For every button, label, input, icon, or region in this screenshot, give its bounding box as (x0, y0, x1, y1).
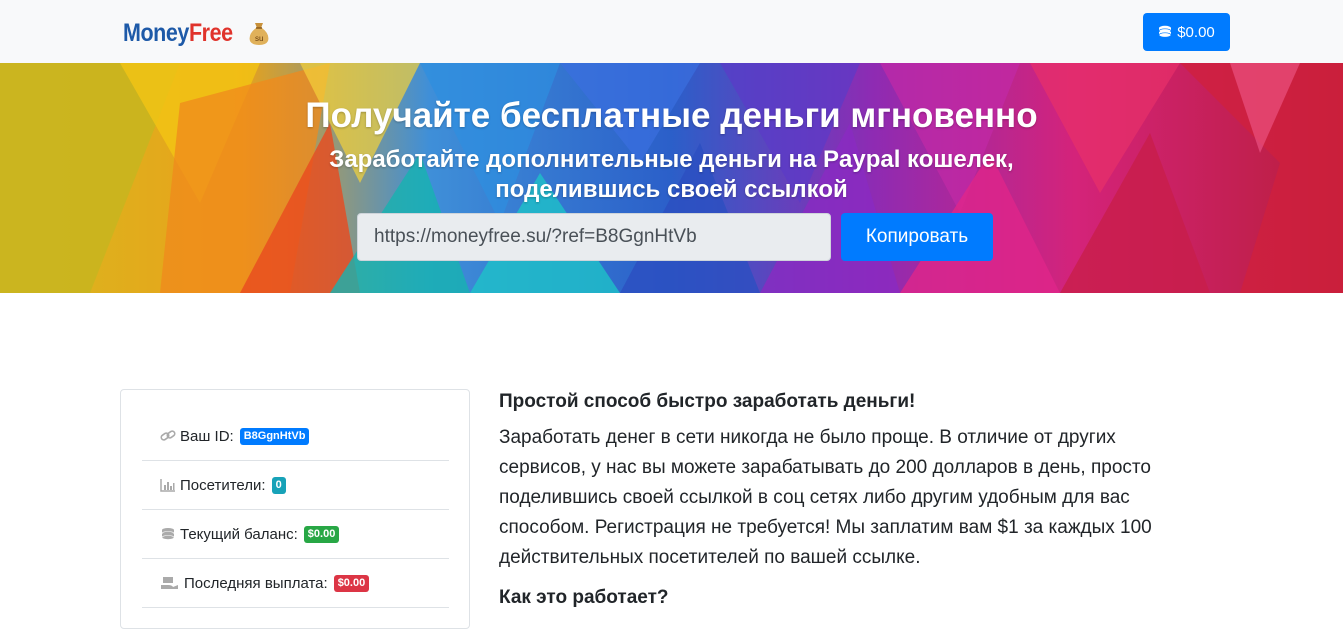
id-badge: B8GgnHtVb (239, 427, 310, 445)
hero-subtitle-line1: Заработайте дополнительные деньги на Pay… (329, 146, 1014, 173)
stat-row-id: Ваш ID: B8GgnHtVb (142, 412, 449, 461)
hero-subtitle: Заработайте дополнительные деньги на Pay… (0, 145, 1343, 205)
article-heading: Простой способ быстро заработать деньги! (499, 391, 916, 412)
hero-subtitle-line2: поделившись своей ссылкой (495, 176, 848, 203)
money-bag-icon: su (247, 20, 271, 46)
stat-label-visitors: Посетители: (180, 476, 266, 494)
stat-label-balance: Текущий баланс: (180, 525, 298, 543)
stats-card: Ваш ID: B8GgnHtVb Посетители: 0 Текущий … (120, 389, 470, 629)
copy-button[interactable]: Копировать (841, 213, 993, 261)
stat-label-id: Ваш ID: (180, 427, 234, 445)
chart-icon (160, 478, 176, 492)
navbar: MoneyFree su $0.00 (0, 0, 1343, 63)
stat-row-last-payout: Последняя выплата: $0.00 (142, 559, 449, 608)
coins-icon (1158, 25, 1172, 39)
info-article: Простой способ быстро заработать деньги!… (499, 389, 1219, 608)
hero-title: Получайте бесплатные деньги мгновенно (305, 96, 1038, 135)
link-icon (160, 429, 176, 443)
svg-text:su: su (255, 34, 263, 43)
stat-label-last-payout: Последняя выплата: (184, 574, 328, 592)
article-paragraph: Заработать денег в сети никогда не было … (499, 427, 1152, 568)
last-payout-badge: $0.00 (333, 574, 370, 592)
visitors-badge: 0 (271, 476, 286, 494)
how-it-works-heading: Как это работает? (499, 587, 669, 608)
brand-logo[interactable]: MoneyFree su (123, 18, 271, 48)
hero-banner: Получайте бесплатные деньги мгновенно За… (0, 63, 1343, 293)
balance-value: $0.00 (1177, 23, 1215, 41)
balance-button[interactable]: $0.00 (1143, 13, 1230, 51)
referral-link-input[interactable] (357, 213, 831, 261)
brand-name: MoneyFree (123, 18, 233, 47)
coins-icon (160, 527, 176, 541)
balance-badge: $0.00 (303, 525, 340, 543)
stat-row-visitors: Посетители: 0 (142, 461, 449, 510)
stat-row-balance: Текущий баланс: $0.00 (142, 510, 449, 559)
money-hand-icon (160, 576, 180, 590)
